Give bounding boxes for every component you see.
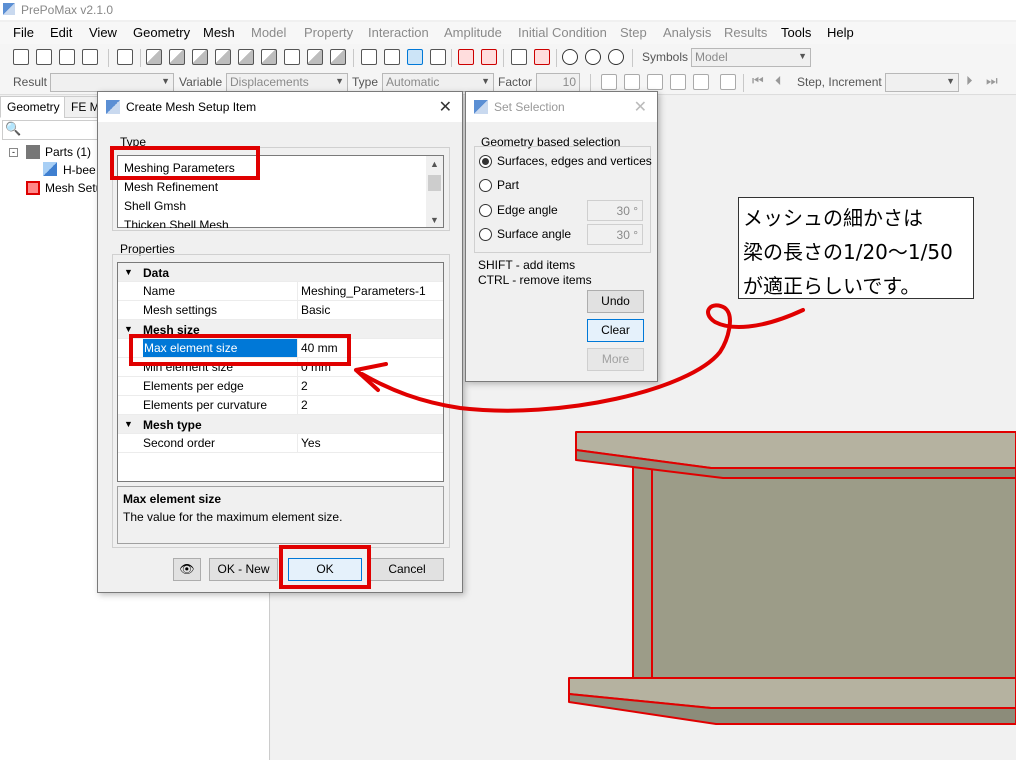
note-line-2: 梁の長さの1/20～1/50 bbox=[743, 240, 953, 264]
annotation-note: メッシュの細かさは 梁の長さの1/20～1/50 が適正らしいです。 bbox=[738, 197, 974, 299]
annotation-arrow bbox=[354, 303, 805, 413]
arrow-curve bbox=[360, 303, 805, 413]
note-line-1: メッシュの細かさは bbox=[743, 206, 923, 230]
note-line-3: が適正らしいです。 bbox=[743, 274, 921, 298]
